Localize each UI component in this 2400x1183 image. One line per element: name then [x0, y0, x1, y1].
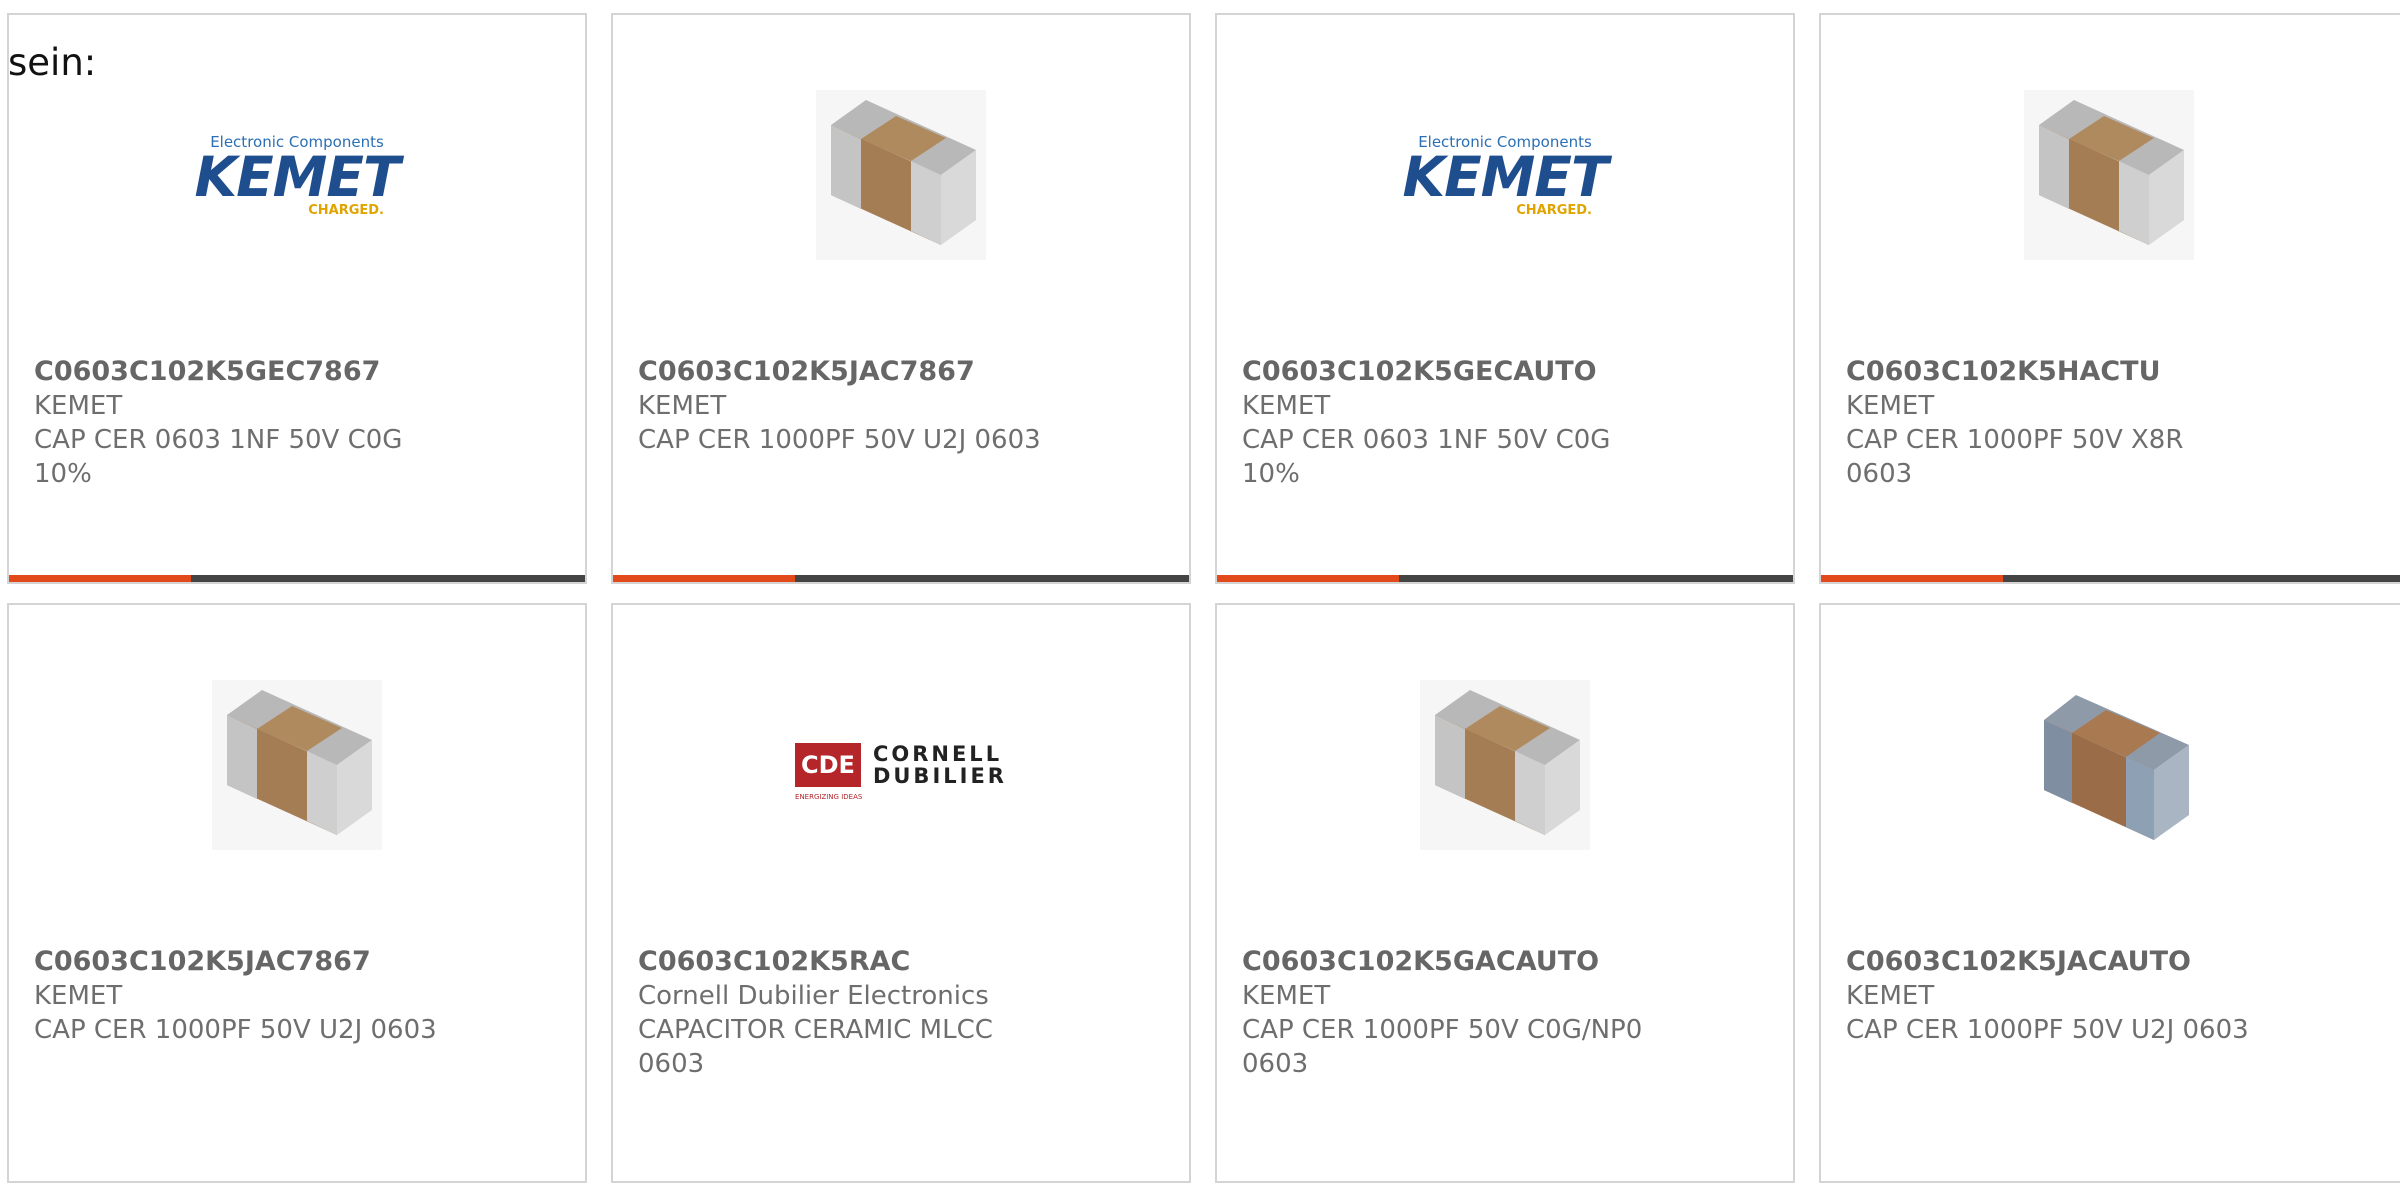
product-info: C0603C102K5RAC Cornell Dubilier Electron…: [638, 945, 1169, 1081]
product-image[interactable]: Electronic Components KEMET CHARGED.: [1217, 75, 1793, 275]
capacitor-chip-icon: [816, 90, 986, 260]
product-card[interactable]: C0603C102K5HACTU KEMET CAP CER 1000PF 50…: [1819, 13, 2400, 584]
product-card[interactable]: C0603C102K5JAC7867 KEMET CAP CER 1000PF …: [611, 13, 1191, 584]
product-image[interactable]: [1217, 665, 1793, 865]
card-bar-accent: [1217, 575, 1399, 582]
manufacturer: KEMET: [638, 391, 727, 421]
description: CAP CER 1000PF 50V X8R 0603: [1846, 425, 2184, 489]
card-bar-accent: [613, 575, 795, 582]
part-number-link[interactable]: C0603C102K5RAC: [638, 946, 910, 977]
product-image[interactable]: CDE ENERGIZING IDEAS CORNELL DUBILIER: [613, 665, 1189, 865]
product-card[interactable]: C0603C102K5GACAUTO KEMET CAP CER 1000PF …: [1215, 603, 1795, 1183]
product-info: C0603C102K5GECAUTO KEMET CAP CER 0603 1N…: [1242, 355, 1773, 491]
product-info: C0603C102K5HACTU KEMET CAP CER 1000PF 50…: [1846, 355, 2397, 491]
product-grid: Electronic Components KEMET CHARGED. C06…: [0, 0, 2400, 1183]
part-number-link[interactable]: C0603C102K5JACAUTO: [1846, 946, 2191, 977]
card-bar-accent: [9, 575, 191, 582]
description: CAP CER 1000PF 50V U2J 0603: [1846, 1015, 2249, 1045]
product-info: C0603C102K5JAC7867 KEMET CAP CER 1000PF …: [34, 945, 565, 1047]
product-image[interactable]: [1821, 665, 2397, 865]
product-image[interactable]: [1821, 75, 2397, 275]
product-card[interactable]: C0603C102K5JAC7867 KEMET CAP CER 1000PF …: [7, 603, 587, 1183]
description: CAP CER 1000PF 50V C0G/NP0 0603: [1242, 1015, 1643, 1079]
manufacturer: KEMET: [1242, 391, 1331, 421]
part-number-link[interactable]: C0603C102K5JAC7867: [638, 356, 975, 387]
card-bar: [9, 575, 585, 582]
kemet-logo: Electronic Components KEMET CHARGED.: [1402, 133, 1608, 218]
part-number-link[interactable]: C0603C102K5GEC7867: [34, 356, 380, 387]
part-number-link[interactable]: C0603C102K5GACAUTO: [1242, 946, 1599, 977]
capacitor-chip-icon: [212, 680, 382, 850]
description: CAPACITOR CERAMIC MLCC 0603: [638, 1015, 993, 1079]
manufacturer: KEMET: [34, 981, 123, 1011]
card-bar: [1821, 575, 2400, 582]
cde-logo: CDE ENERGIZING IDEAS CORNELL DUBILIER: [795, 742, 1007, 801]
card-bar: [1217, 575, 1793, 582]
manufacturer: KEMET: [34, 391, 123, 421]
product-image[interactable]: Electronic Components KEMET CHARGED.: [9, 75, 585, 275]
part-number-link[interactable]: C0603C102K5JAC7867: [34, 946, 371, 977]
product-card[interactable]: C0603C102K5JACAUTO KEMET CAP CER 1000PF …: [1819, 603, 2400, 1183]
product-card[interactable]: Electronic Components KEMET CHARGED. C06…: [1215, 13, 1795, 584]
part-number-link[interactable]: C0603C102K5HACTU: [1846, 356, 2161, 387]
product-card[interactable]: CDE ENERGIZING IDEAS CORNELL DUBILIER C0…: [611, 603, 1191, 1183]
card-bar-accent: [1821, 575, 2003, 582]
part-number-link[interactable]: C0603C102K5GECAUTO: [1242, 356, 1597, 387]
product-card[interactable]: Electronic Components KEMET CHARGED. C06…: [7, 13, 587, 584]
manufacturer: KEMET: [1846, 981, 1935, 1011]
product-image[interactable]: [9, 665, 585, 865]
product-image[interactable]: [613, 75, 1189, 275]
description: CAP CER 1000PF 50V U2J 0603: [638, 425, 1041, 455]
intro-text: sein:: [8, 41, 97, 84]
description: CAP CER 0603 1NF 50V C0G 10%: [1242, 425, 1611, 489]
kemet-logo: Electronic Components KEMET CHARGED.: [194, 133, 400, 218]
product-info: C0603C102K5GACAUTO KEMET CAP CER 1000PF …: [1242, 945, 1773, 1081]
description: CAP CER 1000PF 50V U2J 0603: [34, 1015, 437, 1045]
description: CAP CER 0603 1NF 50V C0G 10%: [34, 425, 403, 489]
capacitor-chip-blue-icon: [2044, 695, 2189, 840]
capacitor-chip-icon: [1420, 680, 1590, 850]
capacitor-chip-icon: [2024, 90, 2194, 260]
manufacturer: KEMET: [1242, 981, 1331, 1011]
product-info: C0603C102K5JACAUTO KEMET CAP CER 1000PF …: [1846, 945, 2397, 1047]
manufacturer: Cornell Dubilier Electronics: [638, 981, 989, 1011]
manufacturer: KEMET: [1846, 391, 1935, 421]
product-info: C0603C102K5JAC7867 KEMET CAP CER 1000PF …: [638, 355, 1169, 457]
card-bar: [613, 575, 1189, 582]
product-info: C0603C102K5GEC7867 KEMET CAP CER 0603 1N…: [34, 355, 565, 491]
